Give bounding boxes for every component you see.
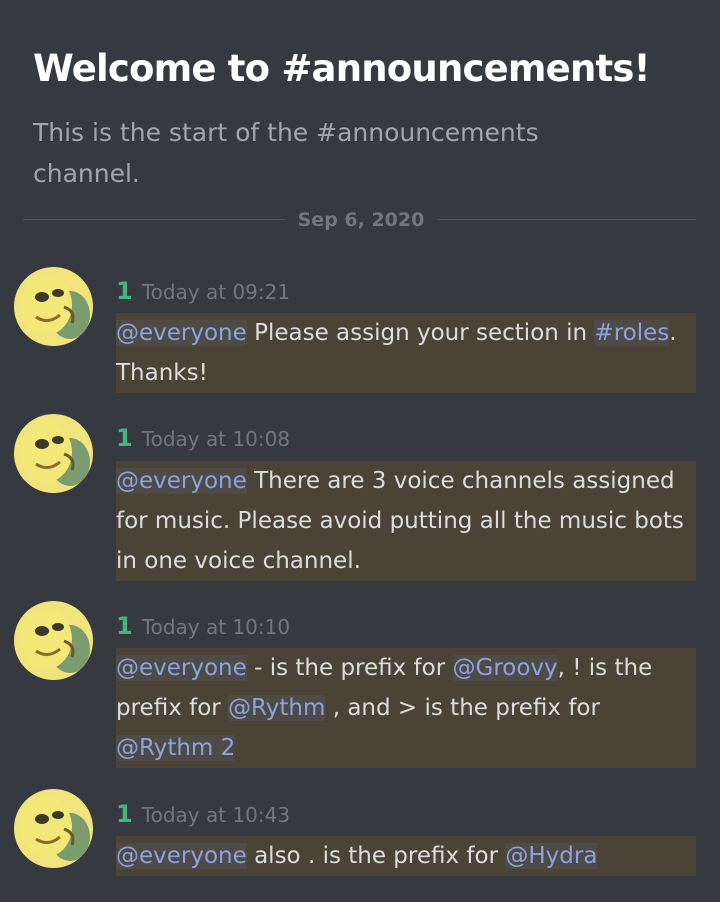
message-username[interactable]: 1	[116, 277, 133, 305]
message-header: 1 Today at 10:43	[116, 799, 290, 829]
channel-chat-view: Welcome to #announcements! This is the s…	[0, 0, 720, 902]
message-timestamp: Today at 10:08	[141, 427, 291, 451]
mention-groovy[interactable]: @Groovy	[452, 655, 558, 681]
welcome-subtitle: This is the start of the #announcements …	[33, 118, 539, 188]
message-timestamp: Today at 10:10	[141, 615, 291, 639]
mention-everyone[interactable]: @everyone	[116, 655, 247, 681]
message-header: 1 Today at 09:21	[116, 276, 290, 306]
user-avatar[interactable]	[14, 414, 93, 493]
avatar-icon	[14, 789, 93, 868]
user-avatar[interactable]	[14, 789, 93, 868]
user-avatar[interactable]	[14, 267, 93, 346]
message-header: 1 Today at 10:08	[116, 423, 290, 453]
message-content: @everyone Please assign your section in …	[116, 313, 696, 393]
message-text: also . is the prefix for	[246, 843, 506, 869]
mention-everyone[interactable]: @everyone	[116, 843, 247, 869]
mention-rythm[interactable]: @Rythm	[228, 695, 326, 721]
message-text: - is the prefix for	[246, 655, 453, 681]
avatar-icon	[14, 267, 93, 346]
channel-mention-roles[interactable]: #roles	[594, 320, 670, 346]
date-divider-line-left	[23, 219, 285, 220]
message-content: @everyone also . is the prefix for @Hydr…	[116, 836, 696, 876]
message-content: @everyone - is the prefix for @Groovy, !…	[116, 648, 696, 768]
message-content: @everyone There are 3 voice channels ass…	[116, 461, 696, 581]
date-divider-line-right	[437, 219, 696, 220]
mention-rythm-2[interactable]: @Rythm 2	[116, 735, 236, 761]
date-divider-label: Sep 6, 2020	[297, 209, 425, 231]
message-timestamp: Today at 10:43	[141, 803, 291, 827]
message-text: , and > is the prefix for	[325, 695, 600, 721]
message-text: Please assign your section in	[246, 320, 595, 346]
avatar-icon	[14, 601, 93, 680]
message-header: 1 Today at 10:10	[116, 611, 290, 641]
message-timestamp: Today at 09:21	[141, 280, 291, 304]
welcome-title: Welcome to #announcements!	[33, 47, 651, 90]
mention-hydra[interactable]: @Hydra	[505, 843, 598, 869]
message-username[interactable]: 1	[116, 612, 133, 640]
message-username[interactable]: 1	[116, 424, 133, 452]
message-username[interactable]: 1	[116, 800, 133, 828]
avatar-icon	[14, 414, 93, 493]
mention-everyone[interactable]: @everyone	[116, 468, 247, 494]
user-avatar[interactable]	[14, 601, 93, 680]
mention-everyone[interactable]: @everyone	[116, 320, 247, 346]
